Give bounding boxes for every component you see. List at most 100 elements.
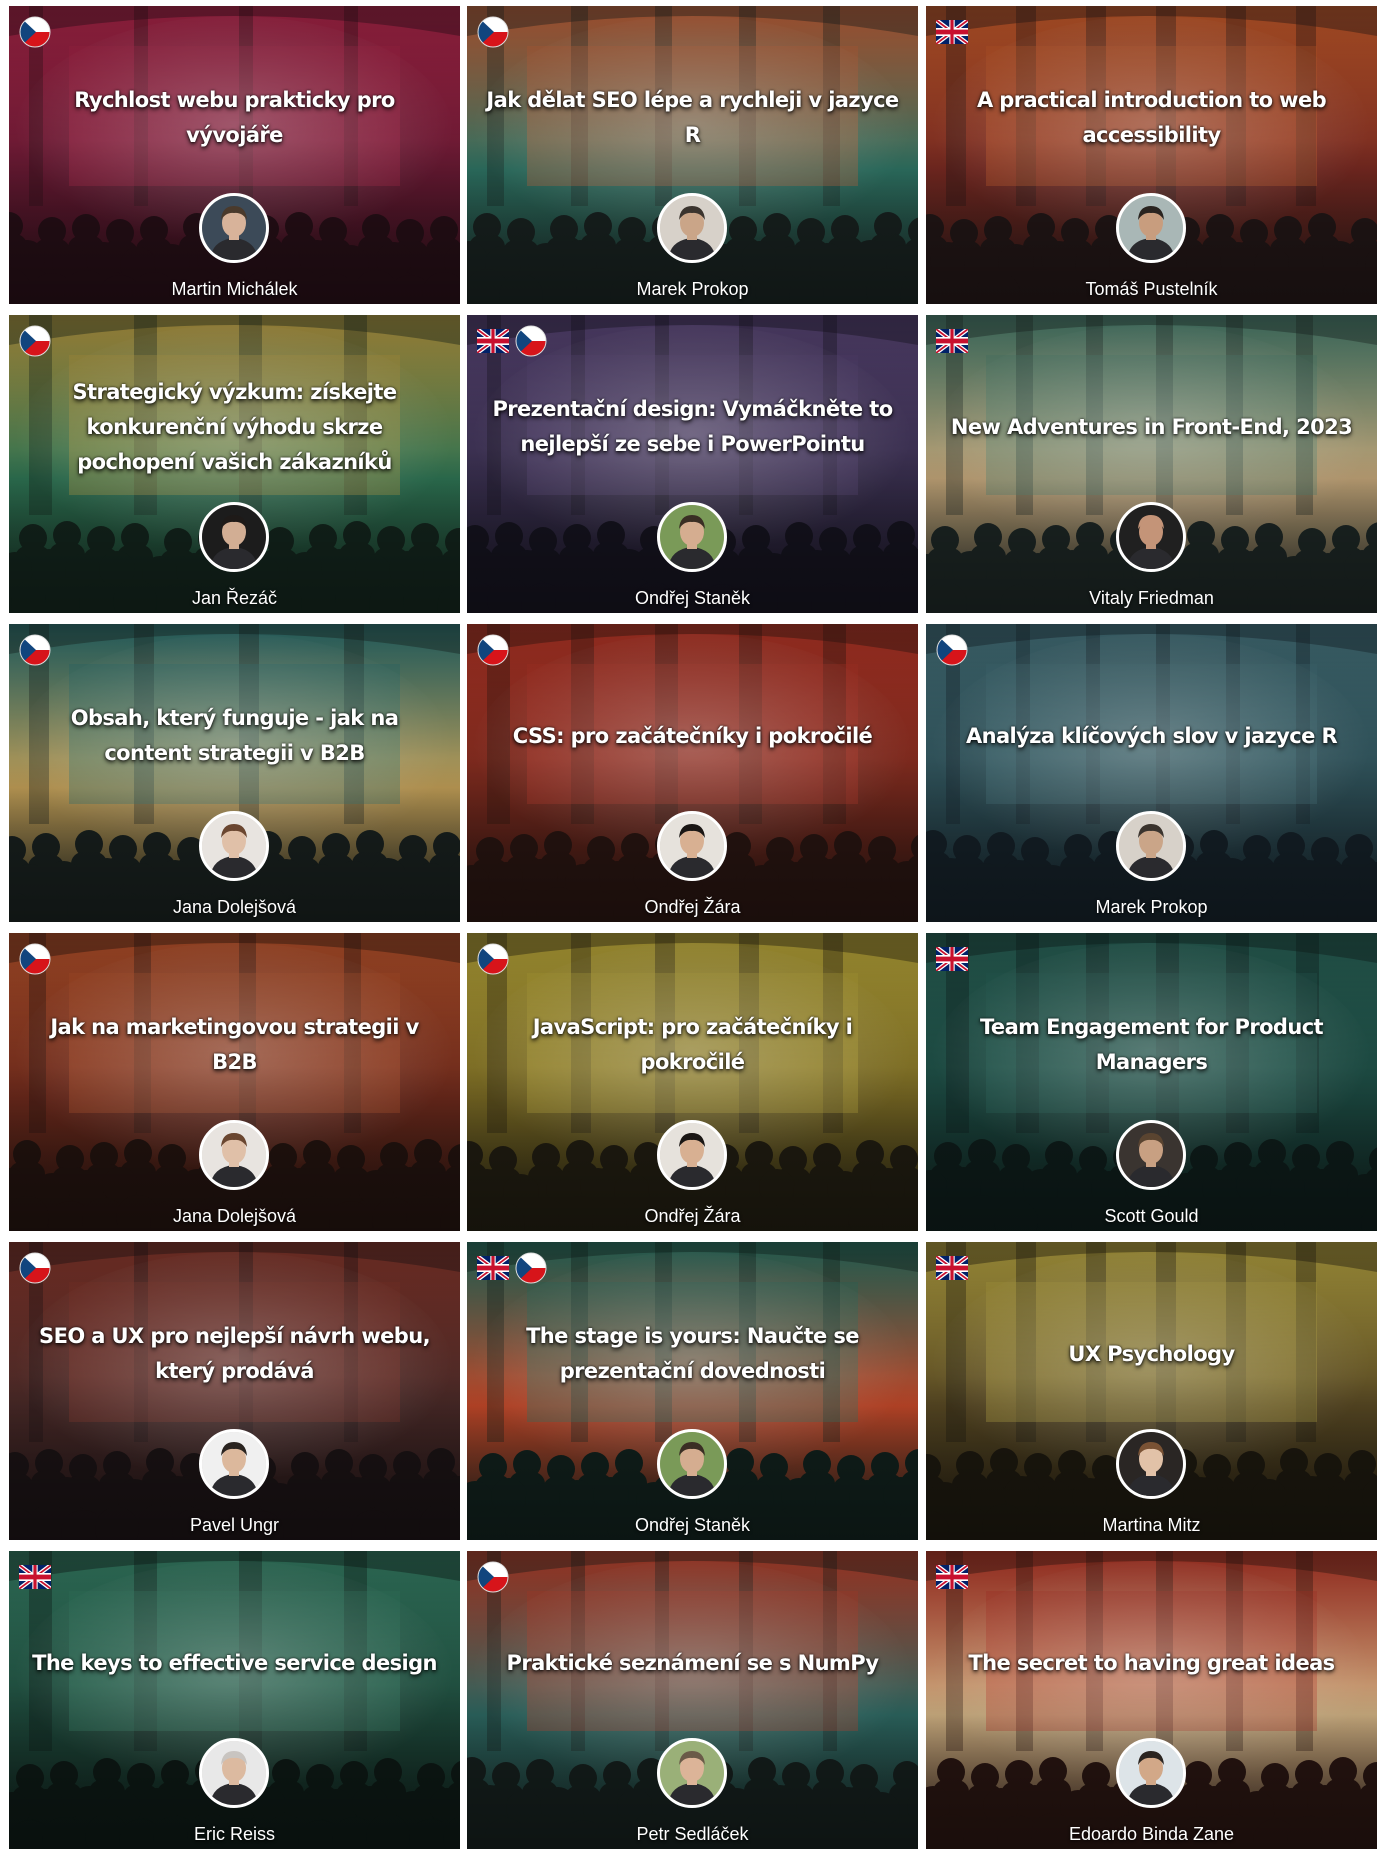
cz-flag-icon xyxy=(515,325,547,357)
speaker-name: Edoardo Binda Zane xyxy=(1068,1824,1235,1844)
speaker-avatar xyxy=(1116,1429,1186,1499)
talk-title: Praktické seznámení se s NumPy xyxy=(506,1650,880,1675)
language-flags xyxy=(19,325,51,357)
language-flags xyxy=(936,634,968,666)
language-flags xyxy=(936,325,968,353)
cz-flag-icon xyxy=(19,634,51,666)
language-flags xyxy=(19,1252,51,1284)
uk-flag-icon xyxy=(936,20,968,44)
language-flags xyxy=(477,943,509,975)
speaker-name: Ondřej Staněk xyxy=(634,1515,751,1535)
speaker-avatar xyxy=(1116,1738,1186,1808)
talk-card-4[interactable]: Strategický výzkum: získejte konkurenční… xyxy=(9,315,460,613)
speaker-avatar xyxy=(199,1429,269,1499)
speaker-avatar xyxy=(657,193,727,263)
talk-title: Analýza klíčových slov v jazyce R xyxy=(965,723,1338,748)
language-flags xyxy=(936,1561,968,1589)
speaker-name: Marek Prokop xyxy=(1095,897,1208,917)
talk-card-15[interactable]: UX Psychology Martina Mitz xyxy=(926,1242,1377,1540)
talk-card-1[interactable]: Rychlost webu prakticky pro vývojáře Mar… xyxy=(9,6,460,304)
cz-flag-icon xyxy=(477,1561,509,1593)
cz-flag-icon xyxy=(19,943,51,975)
talk-title: CSS: pro začátečníky i pokročilé xyxy=(512,723,873,748)
talk-title: Team Engagement for Product Managers xyxy=(979,1015,1324,1074)
talk-card-10[interactable]: Jak na marketingovou strategii v B2B Jan… xyxy=(9,933,460,1231)
language-flags xyxy=(19,943,51,975)
talk-card-12[interactable]: Team Engagement for Product Managers Sco… xyxy=(926,933,1377,1231)
talk-card-2[interactable]: Jak dělat SEO lépe a rychleji v jazyce R… xyxy=(467,6,918,304)
speaker-name: Ondřej Staněk xyxy=(634,588,751,608)
language-flags xyxy=(19,1561,51,1589)
uk-flag-icon xyxy=(19,1565,51,1589)
uk-flag-icon xyxy=(936,947,968,971)
talk-card-13[interactable]: SEO a UX pro nejlepší návrh webu, který … xyxy=(9,1242,460,1540)
uk-flag-icon xyxy=(936,1565,968,1589)
talk-card-7[interactable]: Obsah, který funguje - jak na content st… xyxy=(9,624,460,922)
language-flags xyxy=(936,16,968,44)
talk-title: Prezentační design: Vymáčkněte to nejlep… xyxy=(492,397,893,456)
uk-flag-icon xyxy=(936,329,968,353)
speaker-avatar xyxy=(657,1738,727,1808)
language-flags xyxy=(477,325,547,357)
talk-title: The keys to effective service design xyxy=(32,1650,437,1675)
talk-title: Jak na marketingovou strategii v B2B xyxy=(50,1015,419,1074)
talk-card-9[interactable]: Analýza klíčových slov v jazyce R Marek … xyxy=(926,624,1377,922)
speaker-avatar xyxy=(199,193,269,263)
speaker-name: Vitaly Friedman xyxy=(1089,588,1214,608)
speaker-avatar xyxy=(657,502,727,572)
speaker-name: Scott Gould xyxy=(1104,1206,1199,1226)
speaker-avatar xyxy=(199,1120,269,1190)
language-flags xyxy=(477,1561,509,1593)
cz-flag-icon xyxy=(19,325,51,357)
cz-flag-icon xyxy=(477,634,509,666)
speaker-name: Petr Sedláček xyxy=(636,1824,749,1844)
talk-card-6[interactable]: New Adventures in Front-End, 2023 Vitaly… xyxy=(926,315,1377,613)
speaker-avatar xyxy=(1116,502,1186,572)
talk-card-18[interactable]: The secret to having great ideas Edoardo… xyxy=(926,1551,1377,1849)
speaker-avatar xyxy=(657,1120,727,1190)
cz-flag-icon xyxy=(19,16,51,48)
talk-title: SEO a UX pro nejlepší návrh webu, který … xyxy=(39,1324,431,1383)
talk-title: The stage is yours: Naučte se prezentačn… xyxy=(526,1324,859,1383)
speaker-name: Eric Reiss xyxy=(193,1824,275,1844)
speaker-name: Pavel Ungr xyxy=(189,1515,280,1535)
speaker-avatar xyxy=(1116,193,1186,263)
talks-grid: Rychlost webu prakticky pro vývojáře Mar… xyxy=(0,0,1385,1858)
speaker-avatar xyxy=(657,1429,727,1499)
talk-card-8[interactable]: CSS: pro začátečníky i pokročilé Ondřej … xyxy=(467,624,918,922)
language-flags xyxy=(477,634,509,666)
speaker-name: Martin Michálek xyxy=(171,279,298,299)
cz-flag-icon xyxy=(477,16,509,48)
talk-title: Obsah, který funguje - jak na content st… xyxy=(70,706,399,765)
speaker-avatar xyxy=(1116,811,1186,881)
language-flags xyxy=(936,1252,968,1280)
speaker-avatar xyxy=(1116,1120,1186,1190)
language-flags xyxy=(477,1252,547,1284)
talk-card-17[interactable]: Praktické seznámení se s NumPy Petr Sedl… xyxy=(467,1551,918,1849)
speaker-name: Jana Dolejšová xyxy=(172,897,297,917)
speaker-avatar xyxy=(199,811,269,881)
speaker-name: Marek Prokop xyxy=(636,279,749,299)
cz-flag-icon xyxy=(936,634,968,666)
talk-title: UX Psychology xyxy=(1068,1341,1235,1366)
talk-title: Jak dělat SEO lépe a rychleji v jazyce R xyxy=(486,88,899,147)
talk-title: New Adventures in Front-End, 2023 xyxy=(950,414,1353,439)
uk-flag-icon xyxy=(477,329,509,353)
speaker-avatar xyxy=(657,811,727,881)
speaker-name: Ondřej Žára xyxy=(644,1206,741,1226)
talk-card-5[interactable]: Prezentační design: Vymáčkněte to nejlep… xyxy=(467,315,918,613)
speaker-avatar xyxy=(199,1738,269,1808)
cz-flag-icon xyxy=(19,1252,51,1284)
uk-flag-icon xyxy=(936,1256,968,1280)
uk-flag-icon xyxy=(477,1256,509,1280)
speaker-name: Ondřej Žára xyxy=(644,897,741,917)
speaker-name: Martina Mitz xyxy=(1102,1515,1201,1535)
talk-title: JavaScript: pro začátečníky i pokročilé xyxy=(532,1015,853,1074)
talk-card-3[interactable]: A practical introduction to web accessib… xyxy=(926,6,1377,304)
language-flags xyxy=(19,16,51,48)
talk-card-11[interactable]: JavaScript: pro začátečníky i pokročilé … xyxy=(467,933,918,1231)
speaker-name: Tomáš Pustelník xyxy=(1085,279,1218,299)
talk-card-14[interactable]: The stage is yours: Naučte se prezentačn… xyxy=(467,1242,918,1540)
talk-card-16[interactable]: The keys to effective service design Eri… xyxy=(9,1551,460,1849)
cz-flag-icon xyxy=(477,943,509,975)
